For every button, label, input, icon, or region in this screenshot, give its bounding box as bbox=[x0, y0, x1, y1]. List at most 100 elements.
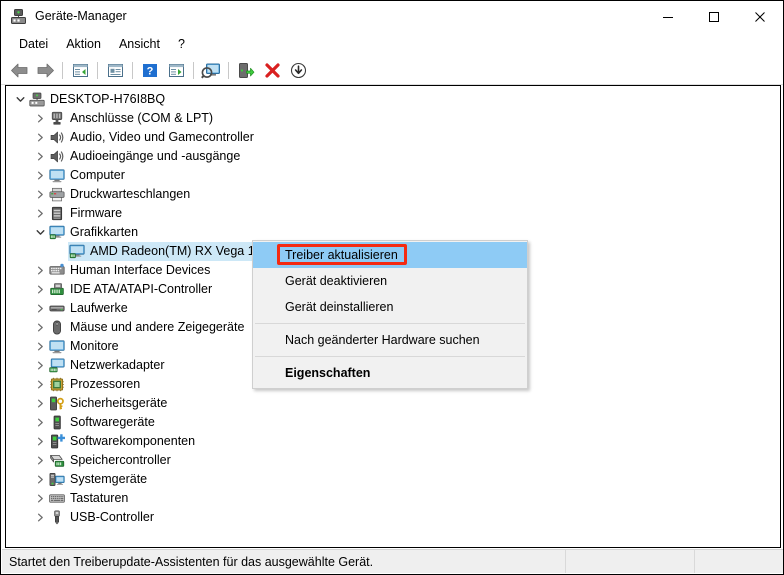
tree-item[interactable]: Audio, Video und Gamecontroller bbox=[6, 128, 780, 147]
chevron-right-icon[interactable] bbox=[32, 261, 48, 280]
chevron-right-icon[interactable] bbox=[32, 489, 48, 508]
disk-drive-icon bbox=[48, 299, 66, 318]
tree-item-content: Sicherheitsgeräte bbox=[48, 394, 170, 413]
toolbar-separator-5 bbox=[228, 61, 229, 79]
chevron-right-icon[interactable] bbox=[32, 299, 48, 318]
tree-item[interactable]: Computer bbox=[6, 166, 780, 185]
scan-hardware-changes-icon[interactable] bbox=[198, 58, 224, 82]
chevron-right-icon[interactable] bbox=[32, 413, 48, 432]
tree-item[interactable]: Druckwarteschlangen bbox=[6, 185, 780, 204]
svg-text:?: ? bbox=[147, 65, 154, 77]
usb-icon bbox=[48, 508, 66, 527]
tree-item-label: Tastaturen bbox=[70, 491, 129, 505]
properties-icon[interactable] bbox=[102, 58, 128, 82]
tree-item-label: Speichercontroller bbox=[70, 453, 171, 467]
tree-item[interactable]: Sicherheitsgeräte bbox=[6, 394, 780, 413]
title-bar: Geräte-Manager bbox=[1, 1, 783, 32]
tree-item-content: Firmware bbox=[48, 204, 125, 223]
tree-item-content: Anschlüsse (COM & LPT) bbox=[48, 109, 216, 128]
system-device-icon bbox=[48, 470, 66, 489]
help-icon[interactable]: ? bbox=[137, 58, 163, 82]
chevron-right-icon[interactable] bbox=[32, 394, 48, 413]
chevron-right-icon[interactable] bbox=[32, 451, 48, 470]
chevron-right-icon[interactable] bbox=[32, 204, 48, 223]
chevron-right-icon[interactable] bbox=[32, 337, 48, 356]
tree-item[interactable]: USB-Controller bbox=[6, 508, 780, 527]
menu-help[interactable]: ? bbox=[169, 35, 194, 53]
ide-controller-icon bbox=[48, 280, 66, 299]
chevron-right-icon[interactable] bbox=[32, 470, 48, 489]
chevron-right-icon[interactable] bbox=[32, 356, 48, 375]
tree-item[interactable]: DESKTOP-H76I8BQ bbox=[6, 90, 780, 109]
tree-item[interactable]: Softwaregeräte bbox=[6, 413, 780, 432]
forward-arrow-icon[interactable] bbox=[32, 58, 58, 82]
software-device-icon bbox=[48, 413, 66, 432]
back-arrow-icon[interactable] bbox=[6, 58, 32, 82]
window-controls bbox=[645, 1, 783, 32]
show-hide-console-tree-icon[interactable] bbox=[67, 58, 93, 82]
menu-aktion[interactable]: Aktion bbox=[57, 35, 110, 53]
maximize-button[interactable] bbox=[691, 1, 737, 32]
chevron-down-icon[interactable] bbox=[12, 90, 28, 109]
speaker-icon bbox=[48, 128, 66, 147]
tree-item[interactable]: Speichercontroller bbox=[6, 451, 780, 470]
toolbar-separator-2 bbox=[97, 61, 98, 79]
status-bar: Startet den Treiberupdate-Assistenten fü… bbox=[2, 549, 783, 573]
tree-item-content: Human Interface Devices bbox=[48, 261, 213, 280]
tree-item[interactable]: Anschlüsse (COM & LPT) bbox=[6, 109, 780, 128]
chevron-right-icon[interactable] bbox=[32, 432, 48, 451]
tree-item-content: Speichercontroller bbox=[48, 451, 174, 470]
chevron-right-icon[interactable] bbox=[32, 128, 48, 147]
disable-device-icon[interactable] bbox=[285, 58, 311, 82]
uninstall-device-icon[interactable] bbox=[259, 58, 285, 82]
tree-item-label: DESKTOP-H76I8BQ bbox=[50, 92, 166, 106]
tree-item[interactable]: Firmware bbox=[6, 204, 780, 223]
chevron-right-icon[interactable] bbox=[32, 109, 48, 128]
close-button[interactable] bbox=[737, 1, 783, 32]
context-menu-item-properties[interactable]: Eigenschaften bbox=[253, 360, 527, 386]
tree-item[interactable]: Systemgeräte bbox=[6, 470, 780, 489]
minimize-button[interactable] bbox=[645, 1, 691, 32]
chevron-right-icon[interactable] bbox=[32, 318, 48, 337]
toolbar-separator-1 bbox=[62, 61, 63, 79]
chevron-right-icon[interactable] bbox=[32, 185, 48, 204]
monitor-icon bbox=[48, 337, 66, 356]
chevron-right-icon[interactable] bbox=[32, 508, 48, 527]
context-menu-item-scan-hardware[interactable]: Nach geänderter Hardware suchen bbox=[253, 327, 527, 353]
context-menu-item-uninstall-device[interactable]: Gerät deinstallieren bbox=[253, 294, 527, 320]
chevron-down-icon[interactable] bbox=[32, 223, 48, 242]
speaker-icon bbox=[48, 147, 66, 166]
network-adapter-icon bbox=[48, 356, 66, 375]
tree-item-content: Audio, Video und Gamecontroller bbox=[48, 128, 257, 147]
tree-item-label: Human Interface Devices bbox=[70, 263, 211, 277]
menu-ansicht[interactable]: Ansicht bbox=[110, 35, 169, 53]
chevron-right-icon[interactable] bbox=[32, 375, 48, 394]
processor-icon bbox=[48, 375, 66, 394]
tree-item-label: Laufwerke bbox=[70, 301, 128, 315]
software-component-icon bbox=[48, 432, 66, 451]
tree-item-label: Mäuse und andere Zeigegeräte bbox=[70, 320, 245, 334]
tree-item-content: Monitore bbox=[48, 337, 122, 356]
tree-item-content: IDE ATA/ATAPI-Controller bbox=[48, 280, 215, 299]
show-details-icon[interactable] bbox=[163, 58, 189, 82]
menu-datei[interactable]: Datei bbox=[10, 35, 57, 53]
chevron-right-icon[interactable] bbox=[32, 166, 48, 185]
tree-item[interactable]: Softwarekomponenten bbox=[6, 432, 780, 451]
tree-item-label: Audio, Video und Gamecontroller bbox=[70, 130, 254, 144]
context-menu-item-update-driver[interactable]: Treiber aktualisieren bbox=[253, 242, 527, 268]
chevron-right-icon[interactable] bbox=[32, 280, 48, 299]
chevron-right-icon[interactable] bbox=[32, 147, 48, 166]
tree-item-content: Laufwerke bbox=[48, 299, 131, 318]
context-menu-separator-2 bbox=[255, 356, 525, 357]
device-manager-icon bbox=[10, 8, 27, 25]
tree-item-content: Netzwerkadapter bbox=[48, 356, 168, 375]
tree-item[interactable]: Tastaturen bbox=[6, 489, 780, 508]
tree-item[interactable]: Audioeingänge und -ausgänge bbox=[6, 147, 780, 166]
context-menu-item-disable-device[interactable]: Gerät deaktivieren bbox=[253, 268, 527, 294]
tree-item-content: Audioeingänge und -ausgänge bbox=[48, 147, 243, 166]
tree-item-content: Softwaregeräte bbox=[48, 413, 158, 432]
tree-item-label: Firmware bbox=[70, 206, 123, 220]
update-driver-icon[interactable] bbox=[233, 58, 259, 82]
security-device-icon bbox=[48, 394, 66, 413]
